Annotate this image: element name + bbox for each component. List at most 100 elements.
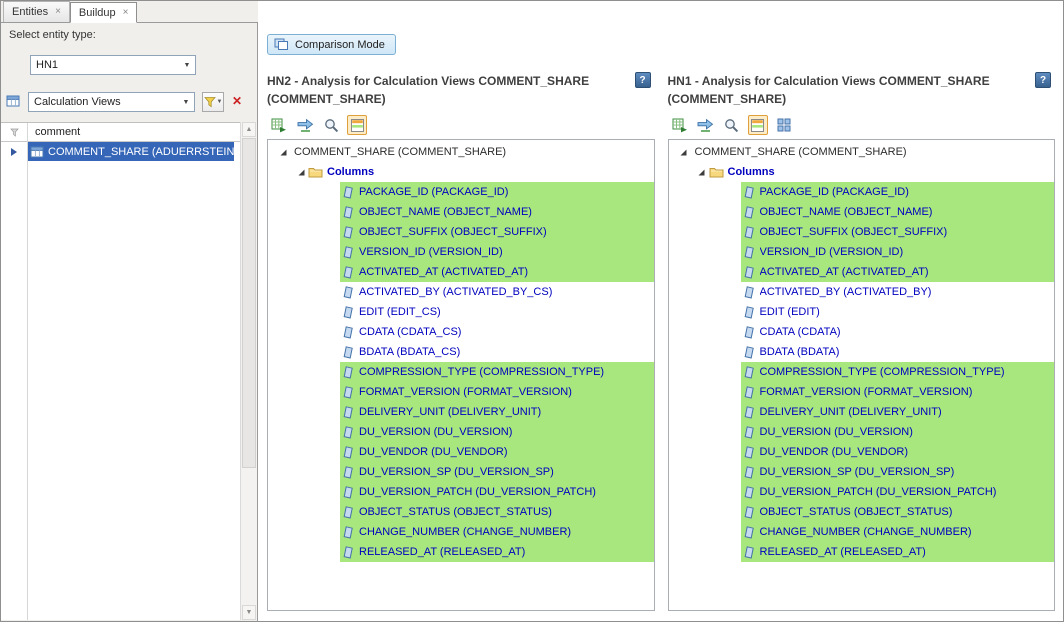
chevron-down-icon[interactable]: ▼ [178, 93, 194, 111]
tree-item[interactable]: COMPRESSION_TYPE (COMPRESSION_TYPE) [268, 362, 654, 382]
tree-item[interactable]: ACTIVATED_AT (ACTIVATED_AT) [669, 262, 1055, 282]
tree-item[interactable]: FORMAT_VERSION (FORMAT_VERSION) [669, 382, 1055, 402]
tab-buildup[interactable]: Buildup × [70, 2, 138, 23]
export-table-icon[interactable] [269, 115, 289, 135]
match-highlight[interactable]: FORMAT_VERSION (FORMAT_VERSION) [741, 382, 1055, 402]
match-highlight[interactable]: DU_VENDOR (DU_VENDOR) [340, 442, 654, 462]
match-highlight[interactable]: RELEASED_AT (RELEASED_AT) [340, 542, 654, 562]
tree-item[interactable]: OBJECT_SUFFIX (OBJECT_SUFFIX) [669, 222, 1055, 242]
tree-item[interactable]: DU_VERSION_PATCH (DU_VERSION_PATCH) [268, 482, 654, 502]
match-highlight[interactable]: CHANGE_NUMBER (CHANGE_NUMBER) [340, 522, 654, 542]
no-match-row[interactable]: BDATA (BDATA) [741, 342, 1055, 362]
match-highlight[interactable]: DU_VERSION (DU_VERSION) [741, 422, 1055, 442]
tree-item[interactable]: DU_VERSION_SP (DU_VERSION_SP) [669, 462, 1055, 482]
no-match-row[interactable]: ACTIVATED_BY (ACTIVATED_BY_CS) [340, 282, 654, 302]
tree-item[interactable]: FORMAT_VERSION (FORMAT_VERSION) [268, 382, 654, 402]
tab-close-icon[interactable]: × [55, 7, 61, 17]
tree-root-node[interactable]: COMMENT_SHARE (COMMENT_SHARE) [268, 142, 654, 162]
match-highlight[interactable]: PACKAGE_ID (PACKAGE_ID) [741, 182, 1055, 202]
highlight-toggle-icon[interactable] [347, 115, 367, 135]
zoom-icon[interactable] [722, 115, 742, 135]
match-highlight[interactable]: DU_VERSION_PATCH (DU_VERSION_PATCH) [340, 482, 654, 502]
tab-entities[interactable]: Entities × [3, 1, 70, 22]
tree-item[interactable]: OBJECT_STATUS (OBJECT_STATUS) [268, 502, 654, 522]
no-match-row[interactable]: CDATA (CDATA_CS) [340, 322, 654, 342]
tree-item[interactable]: ACTIVATED_BY (ACTIVATED_BY) [669, 282, 1055, 302]
match-highlight[interactable]: DU_VENDOR (DU_VENDOR) [741, 442, 1055, 462]
match-highlight[interactable]: FORMAT_VERSION (FORMAT_VERSION) [340, 382, 654, 402]
match-highlight[interactable]: DU_VERSION_SP (DU_VERSION_SP) [741, 462, 1055, 482]
tree-root-node[interactable]: COMMENT_SHARE (COMMENT_SHARE) [669, 142, 1055, 162]
tree-folder-columns[interactable]: Columns [669, 162, 1055, 182]
tree-item[interactable]: COMPRESSION_TYPE (COMPRESSION_TYPE) [669, 362, 1055, 382]
match-highlight[interactable]: DU_VERSION_SP (DU_VERSION_SP) [340, 462, 654, 482]
tree-item[interactable]: PACKAGE_ID (PACKAGE_ID) [669, 182, 1055, 202]
grid-icon[interactable] [774, 115, 794, 135]
table-row[interactable]: COMMENT_SHARE (ADUERRSTEIN_T [1, 142, 240, 161]
tree-item[interactable]: OBJECT_SUFFIX (OBJECT_SUFFIX) [268, 222, 654, 242]
no-match-row[interactable]: ACTIVATED_BY (ACTIVATED_BY) [741, 282, 1055, 302]
match-highlight[interactable]: RELEASED_AT (RELEASED_AT) [741, 542, 1055, 562]
tree-item[interactable]: CHANGE_NUMBER (CHANGE_NUMBER) [268, 522, 654, 542]
match-highlight[interactable]: COMPRESSION_TYPE (COMPRESSION_TYPE) [340, 362, 654, 382]
tree-item[interactable]: CDATA (CDATA_CS) [268, 322, 654, 342]
match-highlight[interactable]: OBJECT_SUFFIX (OBJECT_SUFFIX) [741, 222, 1055, 242]
match-highlight[interactable]: PACKAGE_ID (PACKAGE_ID) [340, 182, 654, 202]
tree-item[interactable]: PACKAGE_ID (PACKAGE_ID) [268, 182, 654, 202]
tree-item[interactable]: DU_VENDOR (DU_VENDOR) [268, 442, 654, 462]
no-match-row[interactable]: EDIT (EDIT) [741, 302, 1055, 322]
match-highlight[interactable]: OBJECT_NAME (OBJECT_NAME) [340, 202, 654, 222]
tree-item[interactable]: DU_VERSION_SP (DU_VERSION_SP) [268, 462, 654, 482]
chevron-down-icon[interactable]: ▼ [179, 56, 195, 74]
match-highlight[interactable]: OBJECT_NAME (OBJECT_NAME) [741, 202, 1055, 222]
tree-item[interactable]: DELIVERY_UNIT (DELIVERY_UNIT) [268, 402, 654, 422]
highlight-toggle-icon[interactable] [748, 115, 768, 135]
tree-item[interactable]: DU_VERSION (DU_VERSION) [669, 422, 1055, 442]
scroll-up-icon[interactable]: ▲ [242, 122, 256, 137]
match-highlight[interactable]: VERSION_ID (VERSION_ID) [741, 242, 1055, 262]
filter-button[interactable]: ▼ [202, 92, 224, 112]
comparison-mode-button[interactable]: Comparison Mode [267, 34, 396, 55]
tree-item[interactable]: CDATA (CDATA) [669, 322, 1055, 342]
sidebar-scrollbar[interactable]: ▲ ▼ [240, 122, 257, 620]
help-icon[interactable]: ? [635, 72, 651, 88]
tree-item[interactable]: OBJECT_STATUS (OBJECT_STATUS) [669, 502, 1055, 522]
tree-item[interactable]: ACTIVATED_AT (ACTIVATED_AT) [268, 262, 654, 282]
match-highlight[interactable]: CHANGE_NUMBER (CHANGE_NUMBER) [741, 522, 1055, 542]
tree-item[interactable]: CHANGE_NUMBER (CHANGE_NUMBER) [669, 522, 1055, 542]
tree-item[interactable]: RELEASED_AT (RELEASED_AT) [669, 542, 1055, 562]
match-highlight[interactable]: DELIVERY_UNIT (DELIVERY_UNIT) [741, 402, 1055, 422]
no-match-row[interactable]: EDIT (EDIT_CS) [340, 302, 654, 322]
entity-system-select[interactable]: HN1 ▼ [30, 55, 196, 75]
tab-close-icon[interactable]: × [123, 8, 129, 18]
match-highlight[interactable]: COMPRESSION_TYPE (COMPRESSION_TYPE) [741, 362, 1055, 382]
entity-kind-select[interactable]: Calculation Views ▼ [28, 92, 195, 112]
transfer-icon[interactable] [295, 115, 315, 135]
match-highlight[interactable]: OBJECT_STATUS (OBJECT_STATUS) [741, 502, 1055, 522]
tree-item[interactable]: DU_VERSION (DU_VERSION) [268, 422, 654, 442]
tree-item[interactable]: EDIT (EDIT) [669, 302, 1055, 322]
match-highlight[interactable]: OBJECT_SUFFIX (OBJECT_SUFFIX) [340, 222, 654, 242]
scrollbar-thumb[interactable] [242, 138, 256, 468]
match-highlight[interactable]: ACTIVATED_AT (ACTIVATED_AT) [741, 262, 1055, 282]
no-match-row[interactable]: CDATA (CDATA) [741, 322, 1055, 342]
tree-item[interactable]: RELEASED_AT (RELEASED_AT) [268, 542, 654, 562]
tree-item[interactable]: DU_VERSION_PATCH (DU_VERSION_PATCH) [669, 482, 1055, 502]
tree-item[interactable]: DELIVERY_UNIT (DELIVERY_UNIT) [669, 402, 1055, 422]
match-highlight[interactable]: ACTIVATED_AT (ACTIVATED_AT) [340, 262, 654, 282]
tree-item[interactable]: OBJECT_NAME (OBJECT_NAME) [268, 202, 654, 222]
tree-item[interactable]: BDATA (BDATA_CS) [268, 342, 654, 362]
tree-item[interactable]: VERSION_ID (VERSION_ID) [669, 242, 1055, 262]
match-highlight[interactable]: DU_VERSION_PATCH (DU_VERSION_PATCH) [741, 482, 1055, 502]
clear-filter-button[interactable]: ✕ [229, 93, 245, 109]
tree-item[interactable]: VERSION_ID (VERSION_ID) [268, 242, 654, 262]
tree-item[interactable]: EDIT (EDIT_CS) [268, 302, 654, 322]
tree-item[interactable]: BDATA (BDATA) [669, 342, 1055, 362]
zoom-icon[interactable] [321, 115, 341, 135]
transfer-icon[interactable] [696, 115, 716, 135]
match-highlight[interactable]: DELIVERY_UNIT (DELIVERY_UNIT) [340, 402, 654, 422]
tree-item[interactable]: ACTIVATED_BY (ACTIVATED_BY_CS) [268, 282, 654, 302]
selected-entity-cell[interactable]: COMMENT_SHARE (ADUERRSTEIN_T [27, 142, 234, 161]
scroll-down-icon[interactable]: ▼ [242, 605, 256, 620]
match-highlight[interactable]: DU_VERSION (DU_VERSION) [340, 422, 654, 442]
